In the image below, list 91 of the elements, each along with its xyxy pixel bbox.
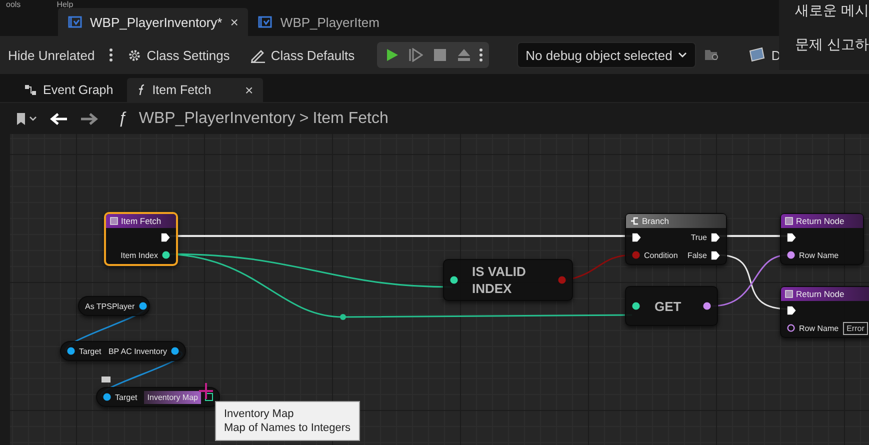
blueprint-icon [258, 16, 272, 28]
pin-label: False [687, 250, 707, 260]
function-node[interactable]: Return Node Row Name [780, 213, 864, 265]
settings-icon [126, 48, 142, 62]
breadcrumb-separator: > [299, 110, 309, 128]
class-defaults-button[interactable]: Class Defaults [244, 44, 361, 66]
tab-label: Item Fetch [152, 83, 212, 97]
variable-node[interactable]: Target BP AC Inventory [60, 341, 186, 361]
map-pin-icon[interactable] [205, 393, 213, 401]
monitor-icon [748, 47, 766, 63]
pin-label: Row Name [799, 324, 839, 332]
function-icon [137, 84, 146, 96]
more-icon[interactable] [108, 48, 113, 62]
pin-label: Condition [644, 250, 678, 260]
graph-canvas[interactable] [0, 134, 869, 445]
node-title: Return Node [796, 216, 844, 226]
function-node[interactable]: Item Fetch Item Index [104, 212, 178, 266]
pin-label: Target [79, 346, 102, 356]
exec-pin-icon[interactable] [161, 232, 170, 242]
node-title: Return Node [796, 289, 844, 299]
breadcrumb-link[interactable]: WBP_PlayerInventory [138, 110, 296, 128]
debug-object-dropdown[interactable]: No debug object selected [516, 42, 696, 68]
function-mark: ƒ [118, 110, 127, 128]
tooltip-text: Map of Names to Integers [224, 421, 351, 435]
tooltip-title: Inventory Map [224, 407, 295, 421]
popup-item[interactable]: 새로운 메시 [795, 2, 869, 20]
pin-label: Item Index [120, 250, 158, 260]
data-pin-icon[interactable] [787, 324, 795, 332]
data-pin-icon[interactable] [450, 276, 458, 284]
exec-pin-icon[interactable] [632, 232, 641, 242]
graph-tab[interactable]: Event Graph [14, 78, 124, 102]
tab-label: Event Graph [43, 83, 114, 97]
exec-pin-icon[interactable] [711, 232, 720, 242]
branch-icon [630, 217, 639, 225]
data-pin-icon[interactable] [162, 251, 170, 259]
data-pin-icon[interactable] [103, 393, 111, 401]
function-icon [785, 290, 793, 298]
node-title: Branch [642, 216, 669, 226]
comment-icon [101, 376, 111, 384]
pencil-icon [250, 48, 266, 62]
hide-unrelated-button[interactable]: Hide Unrelated [2, 44, 101, 66]
graph-icon [24, 84, 37, 96]
document-tab[interactable]: WBP_PlayerItem [248, 8, 390, 36]
document-tab[interactable]: WBP_PlayerInventory* × [58, 8, 248, 36]
menu-item[interactable]: ools [6, 0, 21, 10]
variable-node[interactable]: Target Inventory Map [96, 387, 220, 407]
exec-pin-icon[interactable] [711, 250, 720, 260]
breadcrumb-current: Item Fetch [312, 110, 388, 128]
more-icon[interactable] [478, 48, 483, 62]
close-icon[interactable]: × [230, 14, 238, 30]
cursor-icon [198, 382, 214, 400]
compact-node[interactable]: GET [625, 286, 718, 326]
folder-search-icon[interactable] [704, 48, 720, 62]
branch-node[interactable]: Branch True Condition False [625, 213, 727, 265]
pin-label: Row Name [799, 250, 839, 260]
pin-label: Target [115, 392, 138, 402]
compact-node[interactable]: IS VALID INDEX [443, 259, 573, 301]
row-name-field[interactable]: Error [842, 322, 868, 334]
node-title: IS VALID INDEX [472, 263, 527, 297]
exec-pin-icon[interactable] [787, 232, 796, 242]
node-title: GET [654, 298, 682, 314]
graph-tab[interactable]: Item Fetch × [127, 78, 264, 102]
data-pin-icon[interactable] [138, 302, 147, 310]
variable-node[interactable]: As TPSPlayer [78, 296, 150, 316]
node-title: Item Fetch [121, 216, 162, 226]
forward-icon[interactable] [80, 112, 98, 126]
pin-label: True [690, 232, 707, 242]
tab-label: WBP_PlayerItem [280, 14, 380, 30]
function-node[interactable]: Return Node Row Name Error [780, 286, 869, 338]
tab-label: WBP_PlayerInventory* [90, 14, 222, 30]
function-icon [110, 217, 118, 225]
blueprint-icon [68, 16, 82, 28]
data-pin-icon[interactable] [632, 302, 640, 310]
close-icon[interactable]: × [245, 82, 254, 98]
pin-label: BP AC Inventory [108, 346, 167, 356]
data-pin-icon[interactable] [703, 302, 711, 310]
menu-item[interactable]: Help [56, 0, 74, 10]
reroute-knot [340, 314, 346, 320]
data-pin-icon[interactable] [67, 347, 75, 355]
pin-label: As TPSPlayer [85, 302, 135, 310]
popup-item[interactable]: 문제 신고하 [795, 36, 869, 54]
pin-label: Inventory Map [144, 390, 201, 404]
function-icon [785, 217, 793, 225]
data-pin-icon[interactable] [787, 251, 795, 259]
caret-icon [678, 52, 688, 58]
step-button[interactable] [406, 46, 425, 64]
class-settings-button[interactable]: Class Settings [120, 44, 236, 66]
bookmark-icon[interactable] [16, 112, 38, 126]
data-pin-icon[interactable] [171, 347, 179, 355]
exec-pin-icon[interactable] [787, 306, 796, 314]
back-icon[interactable] [50, 112, 68, 126]
